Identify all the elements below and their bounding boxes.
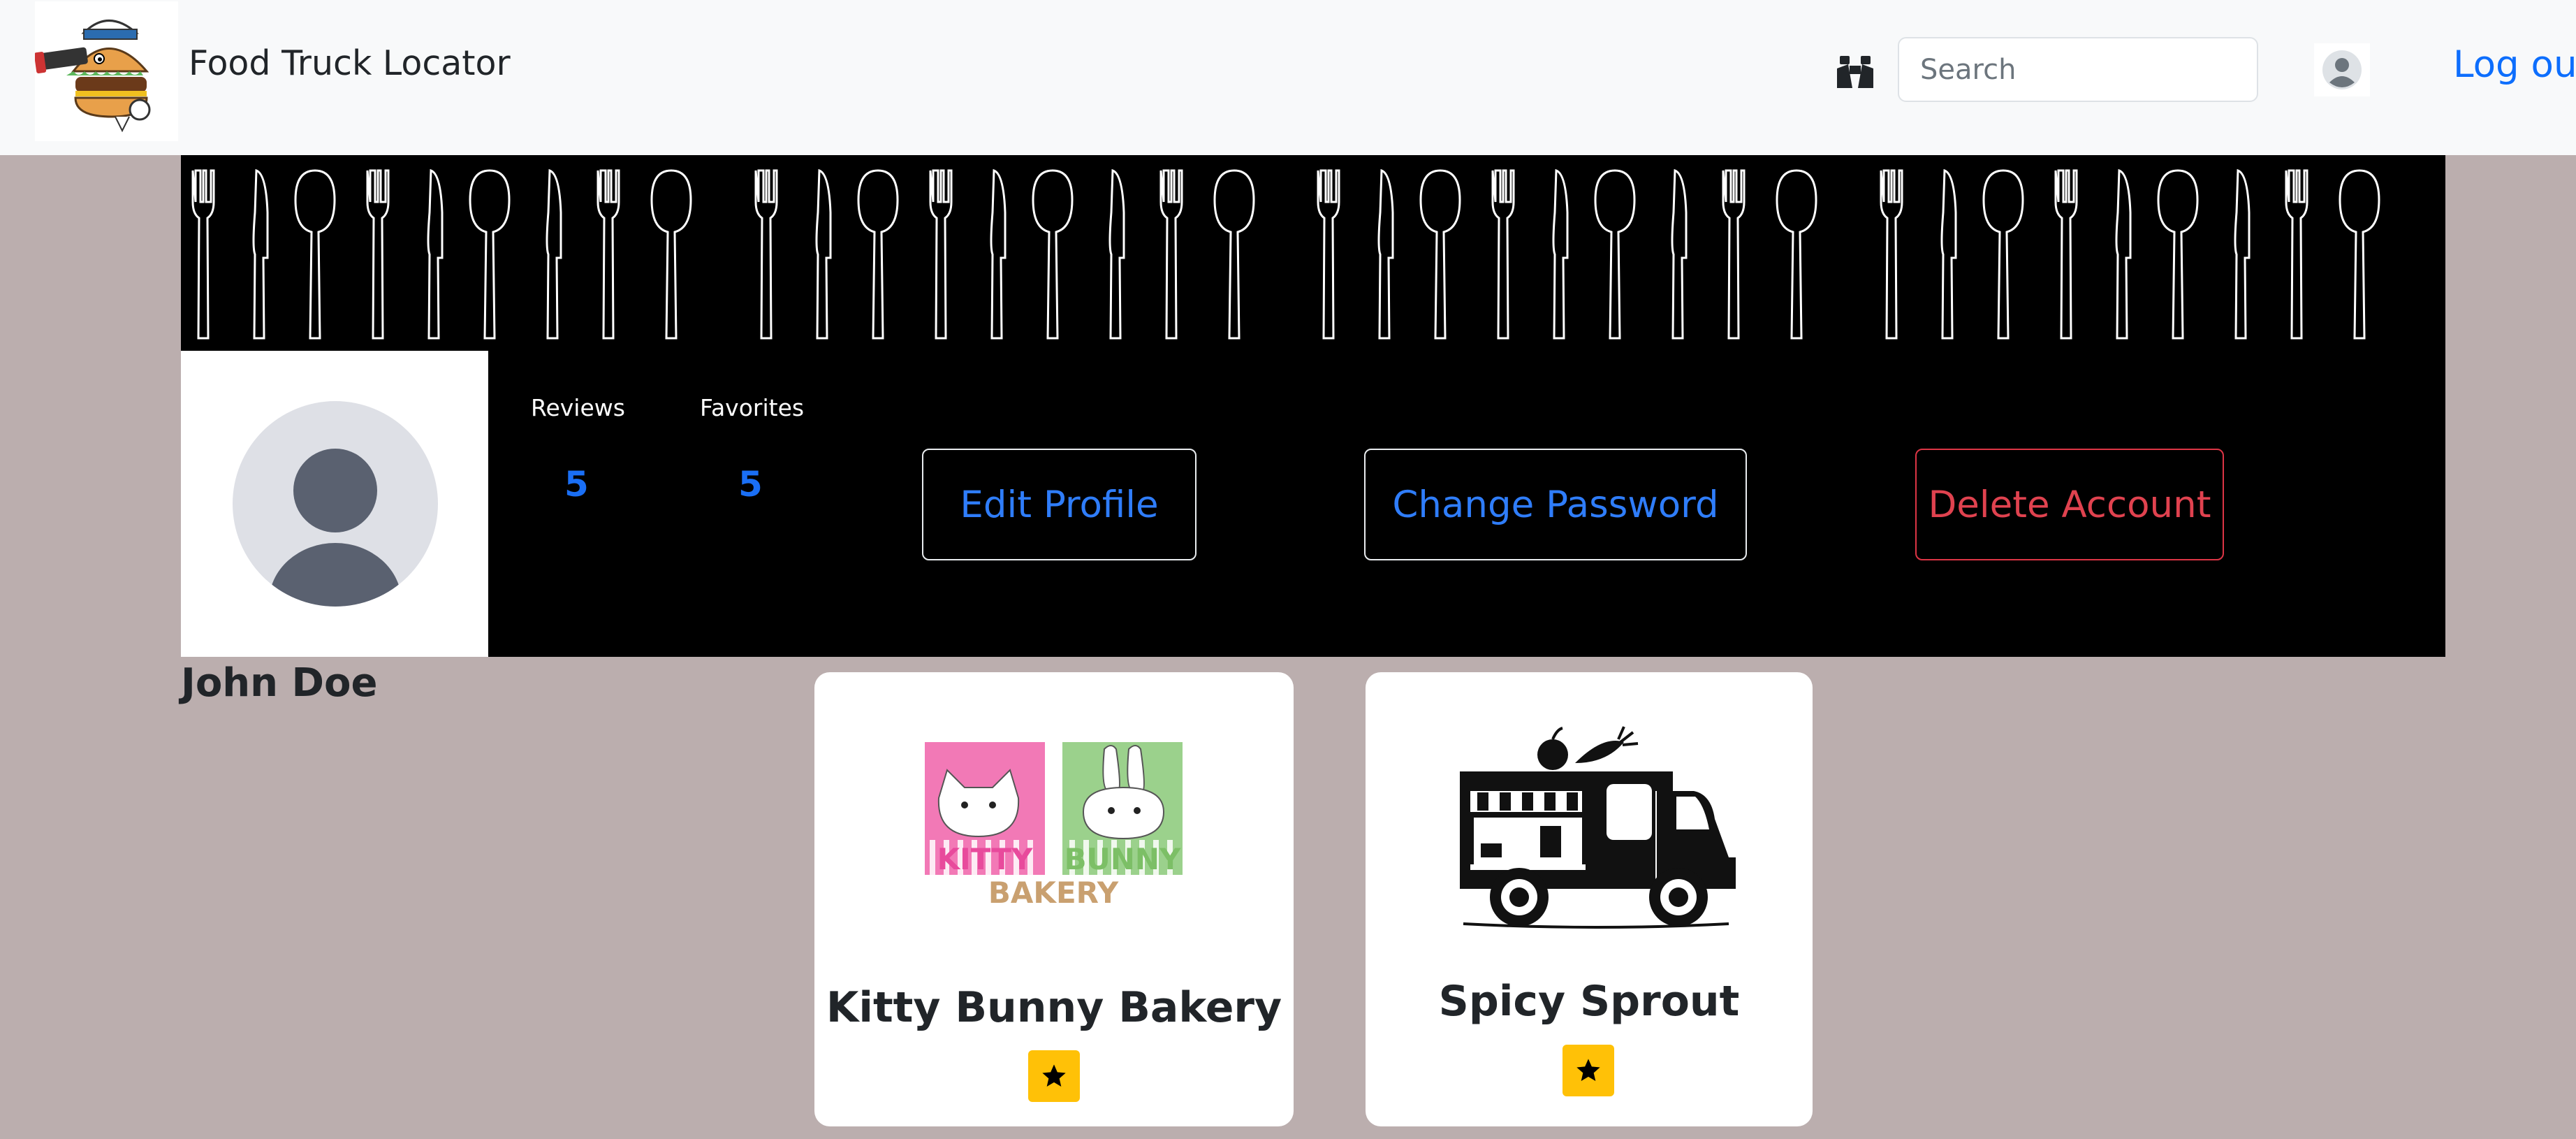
star-icon [1042, 1064, 1066, 1087]
favorite-truck-card[interactable]: KITTY BUNNY BAKERY Kitty Bunny Bakery [814, 672, 1294, 1126]
favorite-badge[interactable] [1563, 1045, 1614, 1096]
profile-panel: Reviews 5 Favorites 5 Edit Profile Chang… [181, 351, 2445, 657]
favorite-badge[interactable] [1028, 1050, 1080, 1102]
profile-banner [181, 155, 2445, 351]
truck-name[interactable]: Spicy Sprout [1366, 977, 1813, 1026]
kitty-bunny-bakery-logo: KITTY BUNNY BAKERY [925, 742, 1183, 910]
navbar: Food Truck Locator Log out [0, 0, 2576, 155]
burger-mascot-icon [34, 20, 151, 133]
favorite-truck-card[interactable]: Spicy Sprout [1366, 672, 1813, 1126]
truck-name[interactable]: Kitty Bunny Bakery [814, 983, 1294, 1032]
app-brand[interactable]: Food Truck Locator [189, 43, 511, 83]
logo-text-bunny: BUNNY [1064, 842, 1181, 876]
user-avatar[interactable] [2314, 43, 2370, 96]
reviews-count[interactable]: 5 [564, 464, 589, 505]
logo-text-bakery: BAKERY [988, 876, 1119, 910]
favorites-count[interactable]: 5 [738, 464, 763, 505]
cutlery-pattern-icon [191, 168, 2380, 340]
favorites-label: Favorites [700, 394, 805, 421]
edit-profile-button[interactable]: Edit Profile [922, 449, 1196, 560]
profile-picture [181, 351, 488, 657]
binoculars-icon[interactable] [1836, 55, 1875, 91]
profile-username: John Doe [181, 660, 378, 706]
reviews-label: Reviews [531, 394, 625, 421]
logo-text-kitty: KITTY [937, 842, 1033, 876]
delete-account-button[interactable]: Delete Account [1915, 449, 2224, 560]
profile-avatar-icon [233, 401, 438, 607]
logout-link[interactable]: Log out [2453, 43, 2576, 86]
star-icon [1576, 1059, 1600, 1081]
app-logo[interactable] [34, 1, 178, 141]
change-password-button[interactable]: Change Password [1364, 449, 1747, 560]
user-avatar-icon [2322, 50, 2362, 89]
search-input[interactable] [1898, 37, 2258, 102]
food-truck-logo [1460, 726, 1736, 929]
